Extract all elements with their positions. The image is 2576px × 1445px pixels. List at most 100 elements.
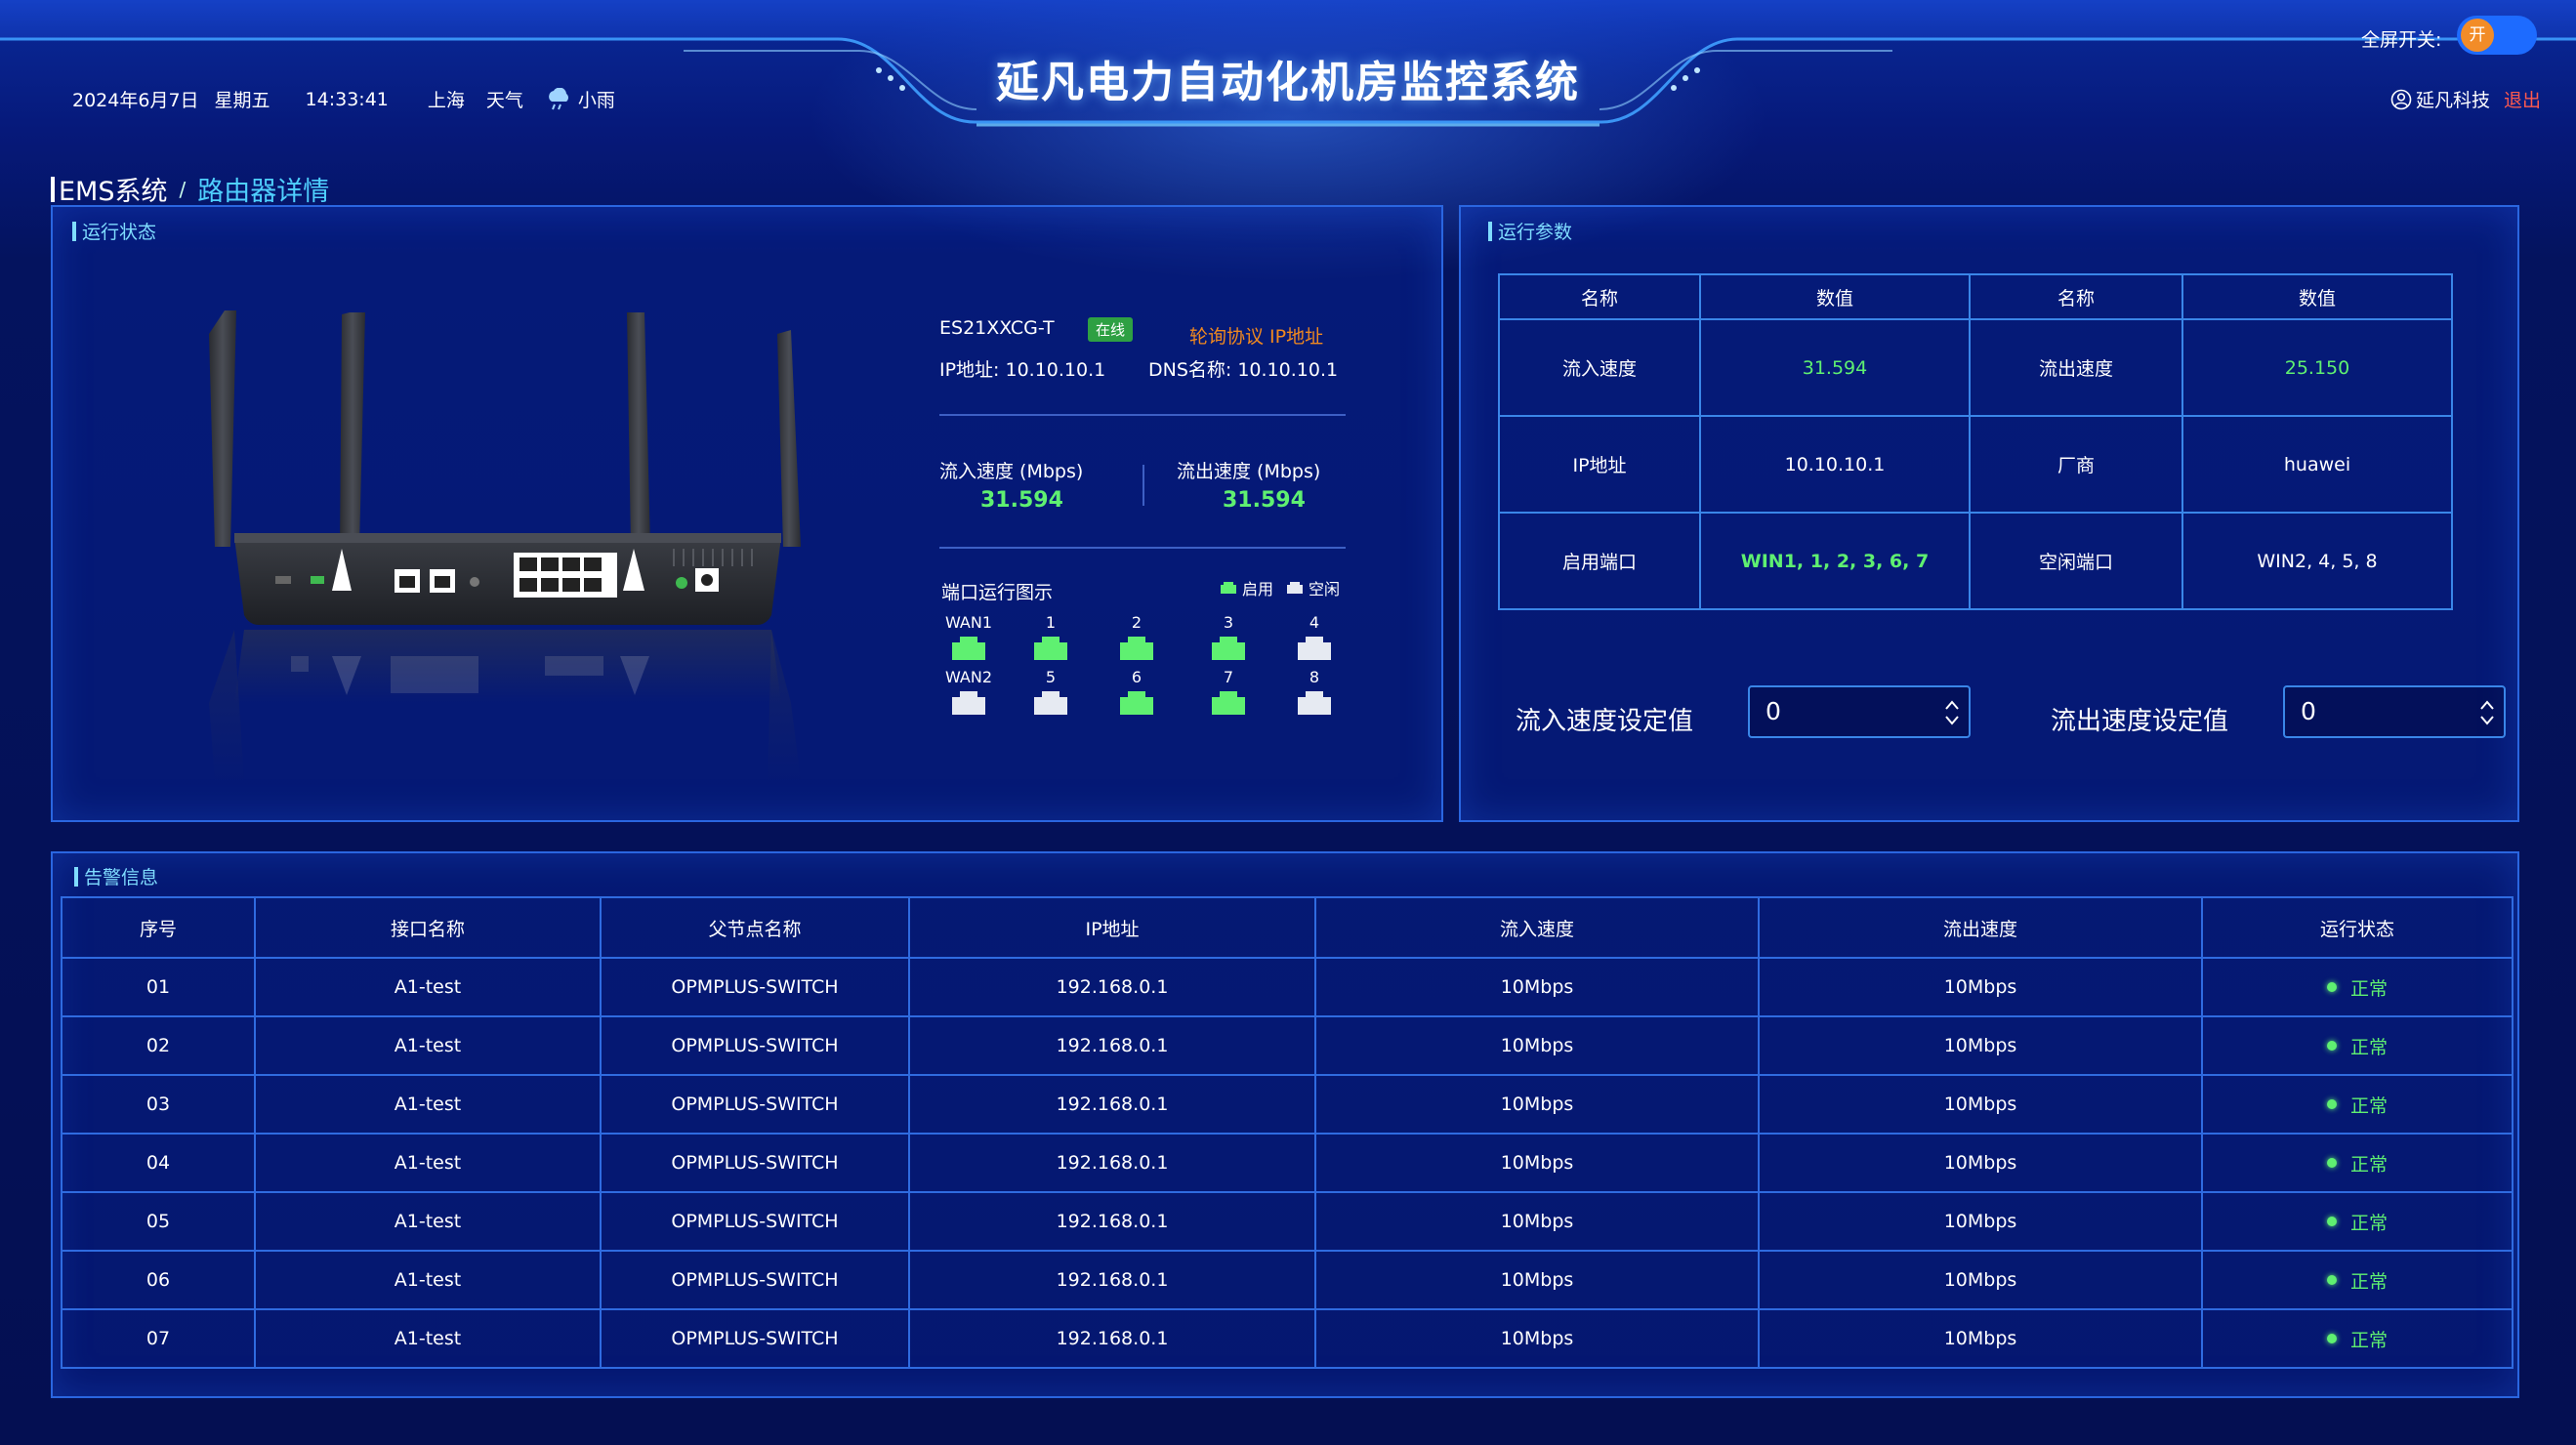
table-cell: 01 <box>61 957 256 1017</box>
table-cell: 10Mbps <box>1314 1074 1760 1135</box>
divider <box>939 414 1346 416</box>
legend-off-label: 空闲 <box>1309 580 1341 599</box>
table-cell: 10Mbps <box>1314 1250 1760 1310</box>
status-badge: 正常 <box>2326 1326 2388 1352</box>
table-cell: 192.168.0.1 <box>908 1133 1316 1193</box>
table-cell: A1-test <box>254 1308 602 1369</box>
port-active-icon[interactable] <box>952 637 985 660</box>
port-label: WAN1 <box>944 613 993 632</box>
params-cell: 启用端口 <box>1498 512 1701 610</box>
in-speed-value: 31.594 <box>980 488 1063 513</box>
router-image <box>209 310 801 781</box>
table-cell: A1-test <box>254 1250 602 1310</box>
alarm-header: 接口名称 <box>254 896 602 959</box>
cloud-rain-icon <box>549 87 568 109</box>
alarm-panel-title: 告警信息 <box>74 863 158 889</box>
status-badge: 正常 <box>2326 974 2388 1001</box>
table-cell: 02 <box>61 1015 256 1076</box>
params-cell: 厂商 <box>1969 415 2183 514</box>
out-speed-label: 流出速度 (Mbps) <box>1177 461 1321 482</box>
spinner-icon[interactable] <box>2478 695 2496 730</box>
port-idle-icon[interactable] <box>1298 691 1331 715</box>
port-label: 1 <box>1045 613 1057 632</box>
status-dot-icon <box>2326 1334 2337 1343</box>
port-active-icon[interactable] <box>1034 637 1067 660</box>
weather-text: 小雨 <box>577 90 615 111</box>
status-badge: 正常 <box>2326 1209 2388 1235</box>
port-idle-icon[interactable] <box>1034 691 1067 715</box>
alarm-header: 流出速度 <box>1758 896 2203 959</box>
toggle-knob: 开 <box>2461 19 2494 52</box>
params-panel-title: 运行参数 <box>1488 218 1572 244</box>
status-cell: 正常 <box>2201 1250 2514 1310</box>
table-cell: OPMPLUS-SWITCH <box>600 1308 910 1369</box>
port-idle-icon[interactable] <box>952 691 985 715</box>
in-speed-label: 流入速度 (Mbps) <box>939 461 1084 482</box>
in-setpoint-label: 流入速度设定值 <box>1516 707 1694 736</box>
table-cell: 192.168.0.1 <box>908 1308 1316 1369</box>
port-label: WAN2 <box>944 668 993 686</box>
port-off-icon <box>1287 582 1304 594</box>
params-header: 名称 <box>1498 273 1701 320</box>
params-header: 数值 <box>1699 273 1971 320</box>
poll-protocol-link[interactable]: 轮询协议 IP地址 <box>1189 322 1323 349</box>
table-row: 02 A1-test OPMPLUS-SWITCH 192.168.0.1 10Mbps… <box>61 1015 2514 1076</box>
status-text: 正常 <box>2349 1329 2388 1351</box>
port-active-icon[interactable] <box>1120 691 1153 715</box>
city-text: 上海 <box>427 90 465 111</box>
table-row: 07 A1-test OPMPLUS-SWITCH 192.168.0.1 10Mbps… <box>61 1308 2514 1369</box>
router-dns: DNS名称: 10.10.10.1 <box>1148 359 1339 381</box>
status-badge: 正常 <box>2326 1150 2388 1177</box>
table-cell: A1-test <box>254 1015 602 1076</box>
status-dot-icon <box>2326 1099 2337 1109</box>
params-cell: IP地址 <box>1498 415 1701 514</box>
out-setpoint-value: 0 <box>2301 697 2316 725</box>
table-row: 05 A1-test OPMPLUS-SWITCH 192.168.0.1 10Mbps… <box>61 1191 2514 1252</box>
params-cell: huawei <box>2181 415 2453 514</box>
table-cell: 192.168.0.1 <box>908 1191 1316 1252</box>
table-cell: 10Mbps <box>1314 1308 1760 1369</box>
logout-link[interactable]: 退出 <box>2504 86 2541 112</box>
port-label: 5 <box>1045 668 1057 686</box>
table-cell: A1-test <box>254 1133 602 1193</box>
status-panel-title: 运行状态 <box>72 218 156 244</box>
spinner-icon[interactable] <box>1943 695 1961 730</box>
port-label: 2 <box>1131 613 1143 632</box>
out-setpoint-input[interactable]: 0 <box>2283 685 2506 738</box>
status-text: 正常 <box>2349 1094 2388 1117</box>
breadcrumb-separator: / <box>179 177 187 201</box>
port-idle-icon[interactable] <box>1298 637 1331 660</box>
legend-on-label: 启用 <box>1242 580 1274 599</box>
alarm-table-body: 01 A1-test OPMPLUS-SWITCH 192.168.0.1 10Mbps… <box>61 957 2514 1369</box>
port-active-icon[interactable] <box>1120 637 1153 660</box>
breadcrumb: EMS系统 / 路由器详情 <box>51 170 329 208</box>
breadcrumb-root[interactable]: EMS系统 <box>59 170 168 208</box>
status-text: 正常 <box>2349 977 2388 1000</box>
weather-label: 天气 <box>485 90 523 111</box>
table-cell: 192.168.0.1 <box>908 1074 1316 1135</box>
port-active-icon[interactable] <box>1212 637 1245 660</box>
alarm-header: IP地址 <box>908 896 1316 959</box>
user-icon <box>2390 89 2412 109</box>
table-cell: 10Mbps <box>1758 1015 2203 1076</box>
in-setpoint-input[interactable]: 0 <box>1748 685 1971 738</box>
table-cell: 192.168.0.1 <box>908 1250 1316 1310</box>
port-active-icon[interactable] <box>1212 691 1245 715</box>
table-cell: 10Mbps <box>1758 1133 2203 1193</box>
table-cell: 10Mbps <box>1314 957 1760 1017</box>
table-cell: 10Mbps <box>1758 1250 2203 1310</box>
table-cell: 05 <box>61 1191 256 1252</box>
fullscreen-toggle[interactable]: 开 <box>2457 16 2537 55</box>
table-cell: 03 <box>61 1074 256 1135</box>
in-setpoint-value: 0 <box>1766 697 1781 725</box>
port-label: 6 <box>1131 668 1143 686</box>
params-cell: 流入速度 <box>1498 318 1701 417</box>
company-name: 延凡科技 <box>2416 90 2491 111</box>
divider <box>939 547 1346 549</box>
status-cell: 正常 <box>2201 1074 2514 1135</box>
status-cell: 正常 <box>2201 1015 2514 1076</box>
status-dot-icon <box>2326 1275 2337 1285</box>
ports-legend: 启用 空闲 <box>1221 576 1340 599</box>
status-badge: 正常 <box>2326 1033 2388 1059</box>
alarm-header: 运行状态 <box>2201 896 2514 959</box>
